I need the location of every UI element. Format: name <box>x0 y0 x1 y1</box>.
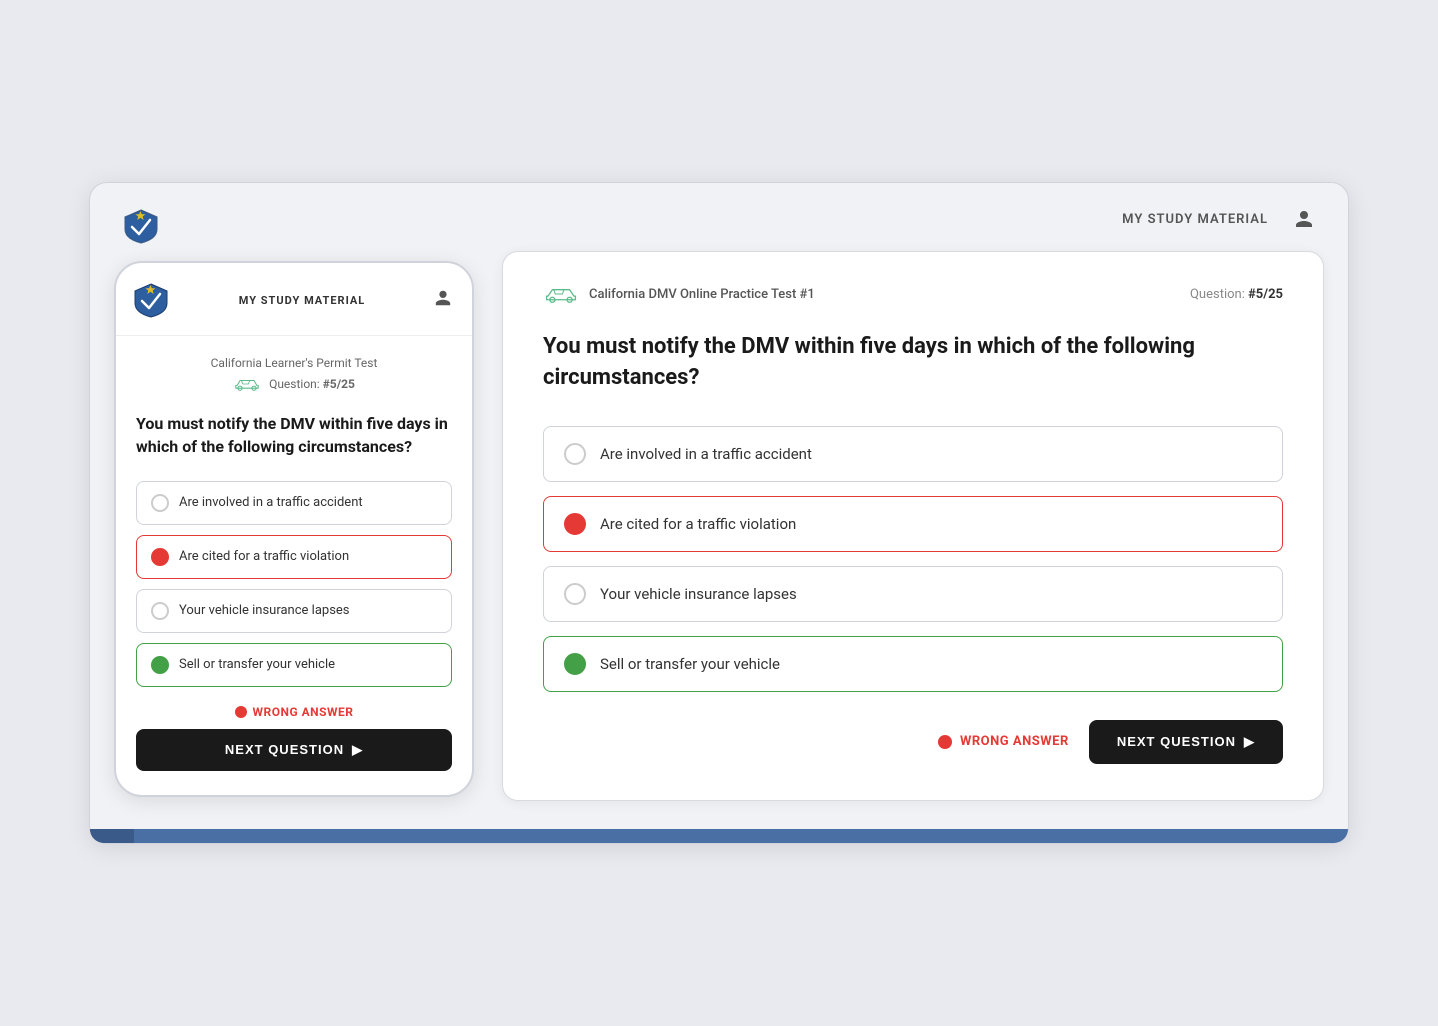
nav-logo-area <box>122 207 160 249</box>
phone-header: MY STUDY MATERIAL <box>116 263 472 336</box>
answer-option-3[interactable]: Your vehicle insurance lapses <box>136 589 452 633</box>
phone-header-title: MY STUDY MATERIAL <box>239 294 366 307</box>
next-arrow-icon: ▶ <box>352 742 363 758</box>
desktop-test-name: California DMV Online Practice Test #1 <box>589 287 815 302</box>
desktop-next-arrow-icon: ▶ <box>1244 734 1255 750</box>
answer-option-1[interactable]: Are involved in a traffic accident <box>136 481 452 525</box>
main-content: MY STUDY MATERIAL California Learner's P… <box>114 251 1324 801</box>
answer-option-4[interactable]: Sell or transfer your vehicle <box>136 643 452 687</box>
desktop-answer-option-1[interactable]: Are involved in a traffic accident <box>543 426 1283 482</box>
desktop-answer-option-2[interactable]: Are cited for a traffic violation <box>543 496 1283 552</box>
desktop-footer: WRONG ANSWER NEXT QUESTION ▶ <box>543 720 1283 764</box>
bottom-bar-accent <box>90 829 134 843</box>
desktop-radio-dot-1 <box>564 443 586 465</box>
desktop-wrong-answer-label: WRONG ANSWER <box>938 734 1069 749</box>
answer-text-1: Are involved in a traffic accident <box>179 495 363 510</box>
nav-title: MY STUDY MATERIAL <box>1122 212 1268 227</box>
desktop-answer-text-4: Sell or transfer your vehicle <box>600 655 780 673</box>
bottom-bar <box>90 829 1348 843</box>
phone-footer: WRONG ANSWER NEXT QUESTION ▶ <box>136 705 452 771</box>
phone-body: California Learner's Permit Test Questio… <box>116 336 472 794</box>
phone-user-icon[interactable] <box>434 289 452 312</box>
radio-dot-1 <box>151 494 169 512</box>
nav-user-icon[interactable] <box>1292 207 1316 231</box>
desktop-next-question-button[interactable]: NEXT QUESTION ▶ <box>1089 720 1283 764</box>
desktop-radio-dot-2 <box>564 513 586 535</box>
desktop-answer-text-1: Are involved in a traffic accident <box>600 445 812 463</box>
desktop-answer-option-3[interactable]: Your vehicle insurance lapses <box>543 566 1283 622</box>
phone-mockup: MY STUDY MATERIAL California Learner's P… <box>114 261 474 796</box>
desktop-radio-dot-3 <box>564 583 586 605</box>
desktop-test-info: California DMV Online Practice Test #1 <box>543 284 815 304</box>
answer-text-2: Are cited for a traffic violation <box>179 549 349 564</box>
desktop-radio-dot-4 <box>564 653 586 675</box>
desktop-car-icon <box>543 284 579 304</box>
desktop-card-header: California DMV Online Practice Test #1 Q… <box>543 284 1283 304</box>
desktop-wrong-dot-icon <box>938 735 952 749</box>
answer-text-3: Your vehicle insurance lapses <box>179 603 350 618</box>
phone-question: You must notify the DMV within five days… <box>136 412 452 458</box>
desktop-answer-option-4[interactable]: Sell or transfer your vehicle <box>543 636 1283 692</box>
car-icon <box>233 376 261 392</box>
phone-logo-icon <box>132 281 170 319</box>
logo-icon <box>122 207 160 245</box>
outer-container: MY STUDY MATERIAL MY STUDY MATERIAL Cali… <box>89 182 1349 844</box>
radio-dot-3 <box>151 602 169 620</box>
phone-wrong-answer-label: WRONG ANSWER <box>235 705 354 719</box>
answer-option-2[interactable]: Are cited for a traffic violation <box>136 535 452 579</box>
top-nav: MY STUDY MATERIAL <box>114 207 1324 251</box>
phone-test-meta: Question: #5/25 <box>136 376 452 392</box>
desktop-question-num: Question: #5/25 <box>1190 287 1283 302</box>
phone-test-label: California Learner's Permit Test <box>136 356 452 370</box>
phone-question-num: Question: #5/25 <box>269 377 355 391</box>
radio-dot-2 <box>151 548 169 566</box>
answer-text-4: Sell or transfer your vehicle <box>179 657 335 672</box>
phone-next-question-button[interactable]: NEXT QUESTION ▶ <box>136 729 452 771</box>
desktop-question: You must notify the DMV within five days… <box>543 332 1283 394</box>
wrong-dot-icon <box>235 706 247 718</box>
desktop-card: California DMV Online Practice Test #1 Q… <box>502 251 1324 801</box>
desktop-answer-text-2: Are cited for a traffic violation <box>600 515 796 533</box>
desktop-answer-text-3: Your vehicle insurance lapses <box>600 585 797 603</box>
radio-dot-4 <box>151 656 169 674</box>
